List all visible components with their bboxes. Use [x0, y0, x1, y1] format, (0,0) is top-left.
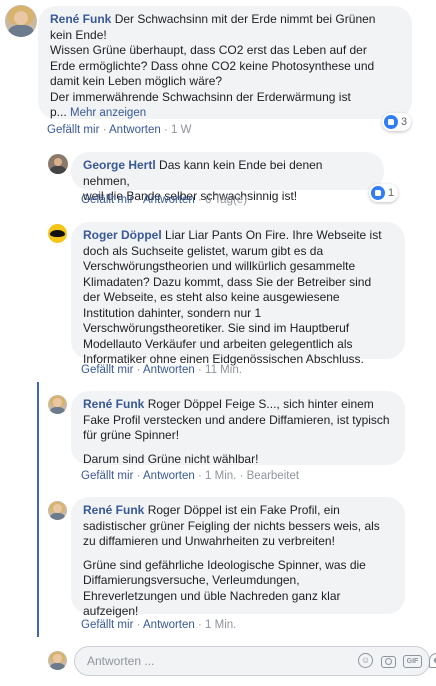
sticker-icon[interactable]: ☻ [429, 653, 436, 668]
separator: · [239, 470, 244, 482]
comment-actions: Gefällt mir · Antworten · 1 Min. [81, 619, 236, 631]
comment-text: Diffamierungsversuche, Verleumdungen, [83, 573, 300, 587]
comment-text: Erde ermöglichte? Dass ohne CO2 keine Ph… [50, 58, 375, 73]
separator: · [136, 619, 141, 631]
timestamp[interactable]: 1 W [171, 124, 191, 136]
comment-text: Fake Profil verstecken und andere Diffam… [83, 412, 390, 427]
comment-bubble: René Funk Roger Döppel ist ein Fake Prof… [71, 497, 405, 618]
comment-text: p... [50, 105, 67, 119]
reaction-count[interactable]: 1 [369, 184, 399, 202]
avatar[interactable] [48, 224, 67, 243]
reply-composer[interactable]: ☺ GIF ☻ [74, 646, 436, 676]
comment-bubble: René Funk Roger Döppel Feige S..., sich … [71, 391, 405, 466]
comment-text: Verschwörungstheorien und willkürlich ge… [83, 259, 356, 273]
avatar[interactable] [48, 501, 67, 520]
comment-text: doch als Suchseite gelistet, warum gibt … [83, 243, 324, 258]
separator: · [102, 124, 107, 136]
comment-text: Der Schwachsinn mit der Erde nimmt bei G… [114, 12, 376, 26]
like-link[interactable]: Gefällt mir [81, 194, 133, 206]
separator: · [198, 364, 202, 376]
reply-link[interactable]: Antworten [143, 194, 195, 206]
avatar[interactable] [48, 395, 67, 414]
like-link[interactable]: Gefällt mir [81, 619, 133, 631]
camera-icon[interactable] [381, 656, 396, 668]
edited-label[interactable]: Bearbeitet [247, 470, 299, 482]
comment-actions: Gefällt mir · Antworten · 6 Tag(e) [81, 194, 247, 206]
comment-actions: Gefällt mir · Antworten · 11 Min. [81, 364, 242, 376]
separator: · [198, 470, 202, 482]
comment-author[interactable]: René Funk [50, 12, 111, 26]
reaction-number: 1 [388, 187, 395, 199]
comment-text: Grüne sind gefährliche Ideologische Spin… [83, 557, 366, 572]
reaction-count[interactable]: 3 [382, 113, 412, 131]
reply-link[interactable]: Antworten [143, 619, 195, 631]
comment-text: Roger Döppel Feige S..., sich hinter ein… [147, 397, 374, 411]
comment-text: damit kein Leben möglich wäre? [50, 74, 223, 88]
show-more-link[interactable]: Mehr anzeigen [70, 107, 146, 119]
comment-text: sadistischer grüner Feigling der nichts … [83, 518, 380, 533]
timestamp[interactable]: 1 Min. [205, 470, 236, 482]
separator: · [136, 364, 141, 376]
comment-text: Modellauto Verkäufer und arbeiten gelege… [83, 336, 353, 351]
reaction-number: 3 [401, 116, 408, 128]
like-reaction-icon [371, 186, 385, 200]
separator: · [164, 124, 168, 136]
like-link[interactable]: Gefällt mir [81, 364, 133, 376]
current-user-avatar[interactable] [48, 651, 67, 670]
comment-text: Klimadaten? Dazu kommt, dass Sie der Bet… [83, 274, 372, 289]
reply-link[interactable]: Antworten [143, 470, 195, 482]
comment-text: aufzeigen! [83, 604, 139, 618]
separator: · [136, 470, 141, 482]
comment-text: für grüne Spinner! [83, 428, 180, 442]
reply-link[interactable]: Antworten [109, 124, 161, 136]
comment-text: Ehreverletzungen und üble Nachreden ganz… [83, 588, 341, 603]
comment-text [83, 444, 393, 452]
like-link[interactable]: Gefällt mir [47, 124, 99, 136]
separator: · [136, 194, 141, 206]
comment-text: Wissen Grüne überhaupt, dass CO2 erst da… [50, 43, 367, 57]
reply-link[interactable]: Antworten [143, 364, 195, 376]
comment-text: Liar Liar Pants On Fire. Ihre Webseite i… [165, 228, 382, 242]
like-link[interactable]: Gefällt mir [81, 470, 133, 482]
comment-text: Der immerwährende Schwachsinn der Erderw… [50, 89, 351, 104]
timestamp[interactable]: 1 Min. [205, 619, 236, 631]
comment-text: zu diffamieren und Unwahrheiten zu verbr… [83, 534, 335, 548]
avatar[interactable] [48, 154, 68, 174]
comment-bubble: Roger Döppel Liar Liar Pants On Fire. Ih… [71, 222, 405, 366]
avatar[interactable] [5, 5, 37, 37]
gif-icon[interactable]: GIF [403, 655, 422, 668]
comment-text: kein Ende! [50, 27, 107, 42]
comment-text: Roger Döppel ist ein Fake Profil, ein [147, 503, 340, 517]
comment-text: der Webseite, es steht also keine ausgew… [83, 290, 340, 304]
reply-input[interactable] [85, 653, 349, 669]
comment-bubble: René Funk Der Schwachsinn mit der Erde n… [38, 6, 412, 119]
timestamp[interactable]: 11 Min. [205, 364, 242, 376]
separator: · [198, 619, 202, 631]
comment-author[interactable]: Roger Döppel [83, 228, 162, 242]
like-reaction-icon [384, 115, 398, 129]
comment-author[interactable]: René Funk [83, 397, 144, 411]
comment-author[interactable]: René Funk [83, 503, 144, 517]
emoji-icon[interactable]: ☺ [358, 653, 373, 668]
comment-text: Verschwörungstheoretiker. Sie sind im Ha… [83, 321, 350, 335]
comment-actions: Gefällt mir · Antworten · 1 Min. · Bearb… [81, 470, 299, 482]
comment-text: Institution dahinter, sondern nur 1 [83, 305, 262, 320]
separator: · [198, 194, 202, 206]
timestamp[interactable]: 6 Tag(e) [205, 194, 247, 206]
comment-text: Darum sind Grüne nicht wählbar! [83, 451, 259, 466]
comment-author[interactable]: George Hertl [83, 158, 156, 172]
thread-indicator [37, 382, 39, 637]
comment-bubble: George Hertl Das kann kein Ende bei dene… [71, 152, 384, 203]
comment-text [83, 550, 393, 558]
comment-actions: Gefällt mir · Antworten · 1 W [47, 124, 192, 136]
